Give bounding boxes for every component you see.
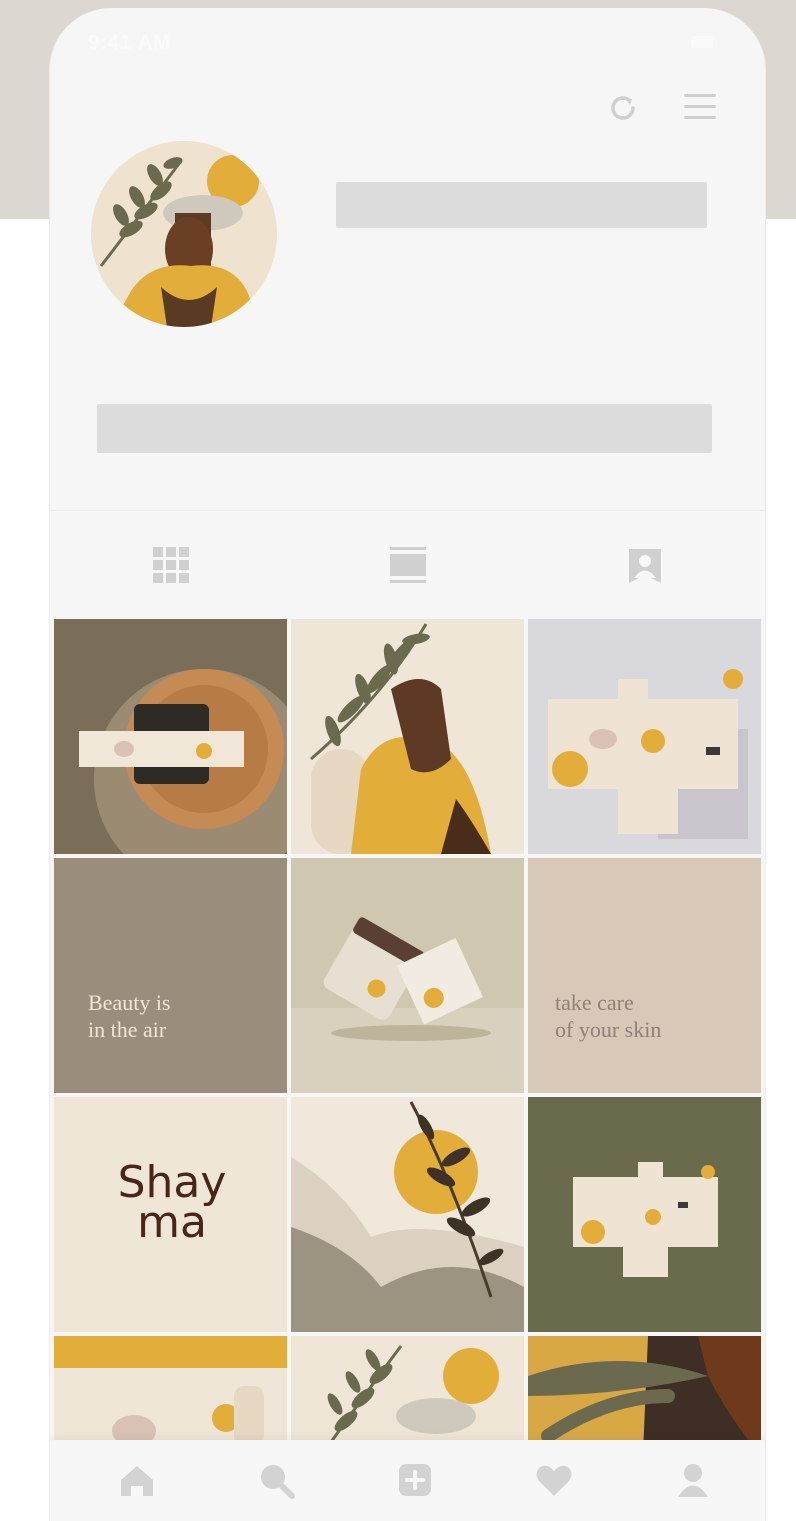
heart-icon[interactable] xyxy=(534,1460,574,1500)
home-icon[interactable] xyxy=(117,1460,157,1500)
post-tile[interactable] xyxy=(291,1097,524,1332)
post-tile[interactable] xyxy=(291,619,524,854)
post-tile[interactable] xyxy=(528,1097,761,1332)
post-caption: take care of your skin xyxy=(555,990,662,1042)
add-post-icon[interactable] xyxy=(395,1460,435,1500)
search-icon[interactable] xyxy=(256,1460,296,1500)
menu-icon[interactable] xyxy=(684,94,716,120)
battery-icon xyxy=(691,36,713,48)
profile-avatar[interactable] xyxy=(91,141,277,327)
phone-frame: 9:41 AM Beauty is in the air take care o… xyxy=(49,8,766,1521)
post-tile[interactable] xyxy=(528,619,761,854)
status-time: 9:41 AM xyxy=(88,32,171,54)
post-tile[interactable] xyxy=(291,858,524,1093)
post-tile[interactable]: Beauty is in the air xyxy=(54,858,287,1093)
profile-tabs xyxy=(50,510,765,616)
bottom-nav xyxy=(50,1440,765,1521)
post-tile[interactable]: take care of your skin xyxy=(528,858,761,1093)
post-tile[interactable] xyxy=(54,619,287,854)
post-caption: Beauty is in the air xyxy=(88,990,171,1042)
post-tile[interactable]: Shay ma xyxy=(54,1097,287,1332)
grid-icon[interactable] xyxy=(151,545,191,585)
profile-name-placeholder xyxy=(336,182,707,228)
brand-logo: Shay ma xyxy=(117,1157,227,1248)
profile-icon[interactable] xyxy=(673,1460,713,1500)
profile-bio-placeholder xyxy=(97,404,712,453)
tagged-icon[interactable] xyxy=(625,545,665,585)
feed-icon[interactable] xyxy=(388,545,428,585)
refresh-icon[interactable] xyxy=(607,92,639,124)
